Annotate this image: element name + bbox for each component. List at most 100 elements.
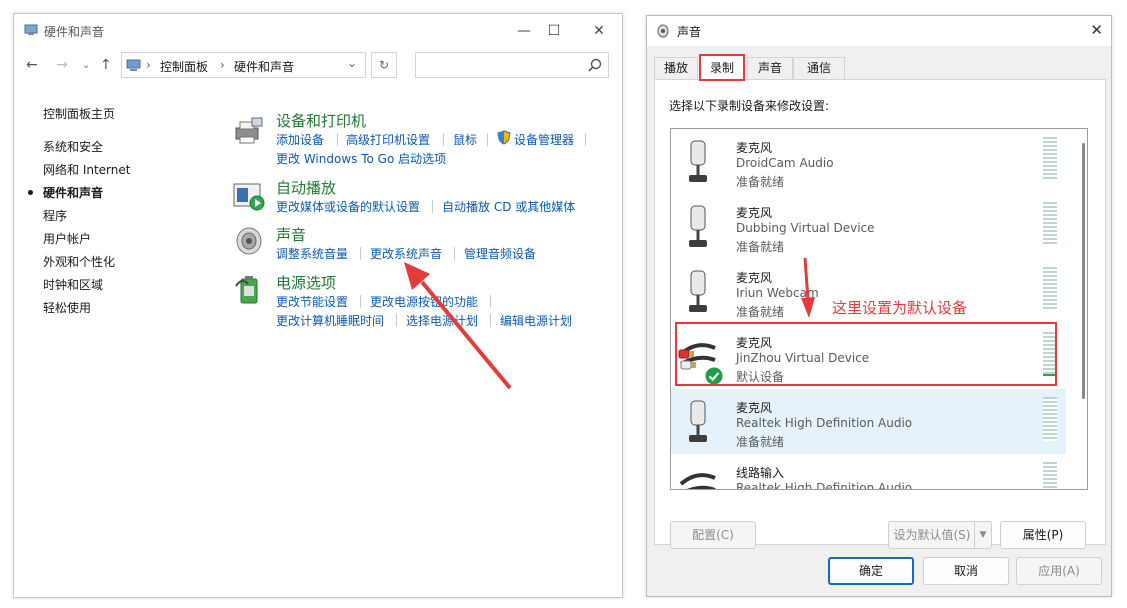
configure-button[interactable]: 配置(C) [670,521,756,549]
device-name: 麦克风 [736,206,773,220]
category-title-autoplay[interactable]: 自动播放 [276,177,336,198]
link-separator [432,200,433,213]
link-manage-audio-devices[interactable]: 管理音频设备 [464,245,536,262]
link-add-device[interactable]: 添加设备 [276,131,324,148]
link-separator [585,133,586,146]
control-panel-window: 硬件和声音 — ☐ ✕ ← → ⌄ ↑ › 控制面板 › 硬件和声音 ⌄ ↻ 控… [13,13,623,598]
sidebar-item-programs[interactable]: 程序 [43,207,67,224]
cancel-button[interactable]: 取消 [923,557,1009,585]
breadcrumb-item-control-panel[interactable]: 控制面板 [160,58,208,75]
active-bullet [28,190,33,195]
sidebar-item-security[interactable]: 系统和安全 [43,138,103,155]
device-description: Dubbing Virtual Device [736,221,875,235]
search-input[interactable] [415,52,609,78]
device-name: 麦克风 [736,141,773,155]
instruction-text: 选择以下录制设备来修改设置: [669,99,830,113]
sidebar-item-clock-region[interactable]: 时钟和区域 [43,276,103,293]
tab-recording[interactable]: 录制 [699,54,745,81]
shield-icon [497,130,511,145]
set-default-button[interactable]: 设为默认值(S) [888,521,975,549]
level-meter [1043,267,1057,311]
link-separator [487,133,488,146]
link-media-defaults[interactable]: 更改媒体或设备的默认设置 [276,198,420,215]
link-power-button[interactable]: 更改电源按钮的功能 [370,293,478,310]
window-title: 硬件和声音 [44,25,105,39]
link-separator [396,314,397,327]
speaker-icon [236,227,262,255]
link-choose-power-plan[interactable]: 选择电源计划 [406,312,478,329]
link-adjust-volume[interactable]: 调整系统音量 [276,245,348,262]
device-name: 麦克风 [736,271,773,285]
back-button[interactable]: ← [26,57,38,73]
device-item[interactable]: 麦克风 Dubbing Virtual Device 准备就绪 [671,194,1066,259]
category-title-sound[interactable]: 声音 [276,224,306,245]
breadcrumb-separator: › [220,58,225,72]
sidebar-item-home[interactable]: 控制面板主页 [43,105,115,122]
chevron-down-icon[interactable]: ⌄ [347,56,357,70]
address-bar[interactable]: › 控制面板 › 硬件和声音 ⌄ [121,52,366,78]
device-item[interactable]: 线路输入 Realtek High Definition Audio [671,454,1066,489]
tab-communications[interactable]: 通信 [793,57,845,79]
level-meter [1043,397,1057,441]
close-button[interactable]: ✕ [579,20,619,42]
microphone-icon [689,205,707,247]
link-edit-power-plan[interactable]: 编辑电源计划 [500,312,572,329]
address-row: ← → ⌄ ↑ › 控制面板 › 硬件和声音 ⌄ ↻ [14,52,622,80]
device-item-selected[interactable]: 麦克风 Realtek High Definition Audio 准备就绪 [671,389,1066,454]
sidebar-item-network[interactable]: 网络和 Internet [43,161,130,178]
autoplay-icon [233,183,265,211]
sidebar-item-appearance[interactable]: 外观和个性化 [43,253,115,270]
link-autoplay-cd[interactable]: 自动播放 CD 或其他媒体 [442,198,575,215]
link-device-manager[interactable]: 设备管理器 [514,131,574,148]
link-sleep-time[interactable]: 更改计算机睡眠时间 [276,312,384,329]
line-in-connector-icon [679,473,716,489]
properties-button[interactable]: 属性(P) [1000,521,1086,549]
link-windows-to-go[interactable]: 更改 Windows To Go 启动选项 [276,150,446,167]
link-power-saving[interactable]: 更改节能设置 [276,293,348,310]
forward-button[interactable]: → [56,57,68,73]
link-printer-settings[interactable]: 高级打印机设置 [346,131,430,148]
maximize-button[interactable]: ☐ [534,20,574,42]
link-separator [490,295,491,308]
recent-dropdown-icon[interactable]: ⌄ [82,60,90,71]
category-title-power[interactable]: 电源选项 [276,272,336,293]
device-status: 准备就绪 [736,240,785,254]
link-change-system-sounds[interactable]: 更改系统声音 [370,245,442,262]
scrollbar[interactable] [1082,143,1085,399]
control-panel-icon [24,24,38,35]
category-title-devices-printers[interactable]: 设备和打印机 [276,110,366,131]
link-separator [443,133,444,146]
microphone-icon [689,270,707,312]
microphone-icon [689,140,707,182]
dialog-close-button[interactable]: ✕ [1090,21,1103,39]
link-separator [490,314,491,327]
up-button[interactable]: ↑ [100,57,112,73]
refresh-button[interactable]: ↻ [371,52,397,78]
breadcrumb-item-hardware-sound[interactable]: 硬件和声音 [234,58,294,75]
device-description: DroidCam Audio [736,156,834,170]
link-separator [454,247,455,260]
sidebar-item-ease-of-access[interactable]: 轻松使用 [43,299,91,316]
device-item[interactable]: 麦克风 DroidCam Audio 准备就绪 [671,129,1066,194]
sidebar-item-user-accounts[interactable]: 用户帐户 [43,230,91,247]
tab-sounds[interactable]: 声音 [747,57,793,79]
device-name: 线路输入 [736,466,785,480]
computer-icon [126,59,141,71]
annotation-text: 这里设置为默认设备 [832,299,968,317]
level-meter [1043,462,1057,489]
title-bar: 硬件和声音 — ☐ ✕ [14,14,622,48]
sidebar-item-hardware-sound[interactable]: 硬件和声音 [43,184,103,201]
link-separator [360,295,361,308]
device-status: 准备就绪 [736,435,785,449]
breadcrumb-separator: › [146,58,151,72]
tab-playback[interactable]: 播放 [654,57,698,79]
device-status: 准备就绪 [736,305,785,319]
speaker-icon [657,24,669,38]
battery-icon [235,276,258,304]
apply-button[interactable]: 应用(A) [1016,557,1102,585]
link-mouse[interactable]: 鼠标 [453,131,477,148]
microphone-icon [689,400,707,442]
ok-button[interactable]: 确定 [828,557,914,585]
default-device-highlight-box [675,322,1057,386]
set-default-dropdown-icon[interactable]: ▼ [974,521,992,549]
